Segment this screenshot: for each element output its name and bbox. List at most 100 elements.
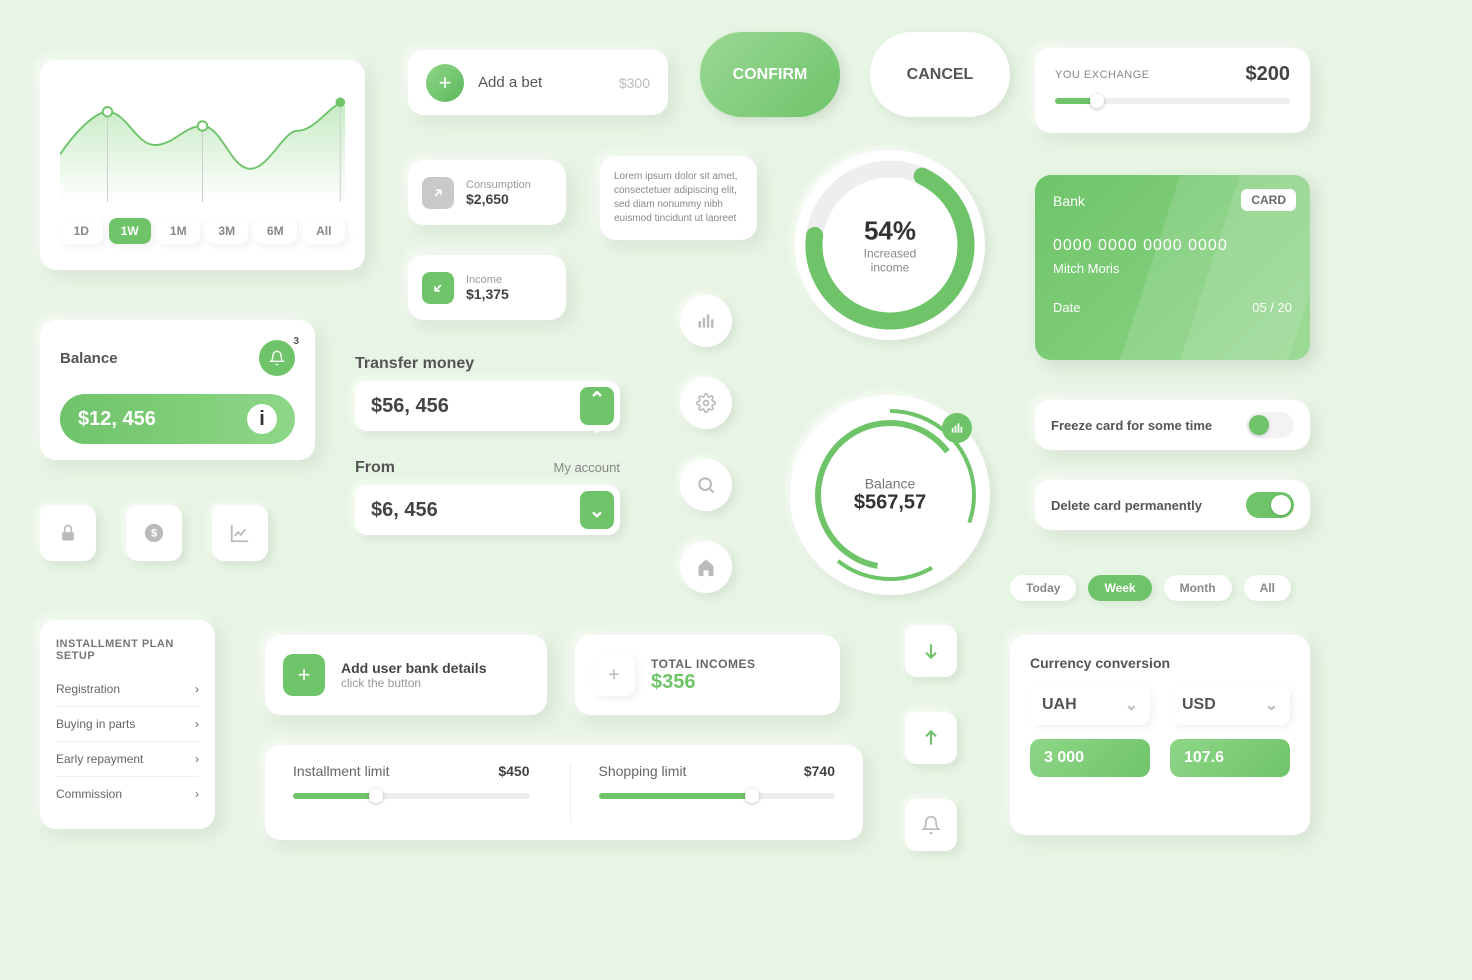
income-value: $1,375 bbox=[466, 286, 509, 302]
installment-limit-slider[interactable] bbox=[293, 793, 530, 799]
card-holder: Mitch Moris bbox=[1053, 261, 1292, 276]
exchange-value: $200 bbox=[1246, 63, 1291, 86]
add-user-sub: click the button bbox=[341, 676, 486, 690]
confirm-button[interactable]: CONFIRM bbox=[700, 32, 840, 117]
install-item-buying[interactable]: Buying in parts› bbox=[56, 707, 199, 742]
add-bet-label: Add a bet bbox=[478, 74, 542, 91]
time-range-pills: Today Week Month All bbox=[1010, 575, 1291, 601]
stepper-down-icon[interactable]: ⌃ bbox=[580, 412, 614, 437]
credit-card[interactable]: Bank CARD 0000 0000 0000 0000 Mitch Mori… bbox=[1035, 175, 1310, 360]
freeze-card-toggle[interactable] bbox=[1246, 412, 1294, 438]
card-date: 05 / 20 bbox=[1252, 300, 1292, 315]
cancel-button[interactable]: CANCEL bbox=[870, 32, 1010, 117]
exchange-card: YOU EXCHANGE $200 bbox=[1035, 48, 1310, 133]
arrow-up-right-icon bbox=[422, 177, 454, 209]
installment-limit-value: $450 bbox=[498, 763, 529, 779]
shopping-limit-label: Shopping limit bbox=[599, 763, 687, 779]
card-date-label: Date bbox=[1053, 300, 1080, 315]
arrow-down-icon[interactable] bbox=[905, 625, 957, 677]
install-item-commission[interactable]: Commission› bbox=[56, 777, 199, 811]
utility-buttons: $ bbox=[40, 505, 268, 561]
donut-pct: 54% bbox=[864, 216, 917, 247]
chevron-right-icon: › bbox=[195, 682, 199, 696]
action-buttons-column bbox=[905, 625, 957, 851]
exchange-title: YOU EXCHANGE bbox=[1055, 69, 1150, 81]
pill-week[interactable]: Week bbox=[1088, 575, 1151, 601]
arrow-up-icon[interactable] bbox=[905, 712, 957, 764]
delete-card-toggle[interactable] bbox=[1246, 492, 1294, 518]
transfer-stepper[interactable]: ⌃ ⌃ bbox=[580, 387, 614, 425]
settings-icon[interactable] bbox=[680, 377, 732, 429]
info-text-card: Lorem ipsum dolor sit amet, consectetuer… bbox=[600, 156, 757, 240]
installment-plan-card: INSTALLMENT PLAN SETUP Registration› Buy… bbox=[40, 620, 215, 829]
range-tab-1w[interactable]: 1W bbox=[109, 218, 152, 244]
bet-amount: $300 bbox=[619, 75, 650, 91]
total-incomes-value: $356 bbox=[651, 671, 756, 694]
stepper-up-icon[interactable]: ⌃ bbox=[580, 387, 614, 412]
plus-square-icon[interactable]: + bbox=[283, 654, 325, 696]
total-incomes-card[interactable]: + TOTAL INCOMES $356 bbox=[575, 635, 840, 715]
from-amount-input[interactable]: $6, 456 ⌄ bbox=[355, 485, 620, 535]
dropdown-icon[interactable]: ⌄ bbox=[580, 491, 614, 529]
currency-to-select[interactable]: USD⌄ bbox=[1170, 685, 1290, 725]
search-icon[interactable] bbox=[680, 459, 732, 511]
notification-count: 3 bbox=[293, 336, 299, 347]
pill-today[interactable]: Today bbox=[1010, 575, 1076, 601]
chevron-right-icon: › bbox=[195, 752, 199, 766]
balance-bar: $12, 456 i bbox=[60, 394, 295, 444]
limits-card: Installment limit $450 Shopping limit $7… bbox=[265, 745, 863, 840]
shopping-limit-slider[interactable] bbox=[599, 793, 836, 799]
stats-icon[interactable] bbox=[680, 295, 732, 347]
lock-icon[interactable] bbox=[40, 505, 96, 561]
total-incomes-title: TOTAL INCOMES bbox=[651, 657, 756, 671]
install-item-registration[interactable]: Registration› bbox=[56, 672, 199, 707]
info-icon[interactable]: i bbox=[247, 404, 277, 434]
pill-all[interactable]: All bbox=[1244, 575, 1291, 601]
balance-donut-title: Balance bbox=[854, 476, 926, 492]
chevron-down-icon: ⌄ bbox=[1265, 695, 1278, 715]
from-sub: My account bbox=[554, 460, 620, 475]
dollar-icon[interactable]: $ bbox=[126, 505, 182, 561]
income-card: Income $1,375 bbox=[408, 255, 566, 320]
chevron-down-icon: ⌄ bbox=[1125, 695, 1138, 715]
nav-icon-column bbox=[680, 295, 732, 593]
add-user-card[interactable]: + Add user bank details click the button bbox=[265, 635, 547, 715]
range-tab-1m[interactable]: 1M bbox=[157, 218, 200, 244]
notification-bell-icon[interactable]: 3 bbox=[259, 340, 295, 376]
currency-from-select[interactable]: UAH⌄ bbox=[1030, 685, 1150, 725]
stats-mini-icon[interactable] bbox=[942, 413, 972, 443]
home-icon[interactable] bbox=[680, 541, 732, 593]
range-tab-6m[interactable]: 6M bbox=[254, 218, 297, 244]
balance-donut: Balance $567,57 bbox=[790, 395, 990, 595]
consumption-value: $2,650 bbox=[466, 191, 531, 207]
currency-conversion-card: Currency conversion UAH⌄ USD⌄ 3 000 107.… bbox=[1010, 635, 1310, 835]
balance-card: Balance 3 $12, 456 i bbox=[40, 320, 315, 460]
range-tab-1d[interactable]: 1D bbox=[60, 218, 103, 244]
transfer-amount-input[interactable]: $56, 456 ⌃ ⌃ bbox=[355, 381, 620, 431]
install-item-early[interactable]: Early repayment› bbox=[56, 742, 199, 777]
transfer-label: Transfer money bbox=[355, 355, 620, 373]
increased-income-donut: 54% Increased income bbox=[795, 150, 985, 340]
currency-from-value[interactable]: 3 000 bbox=[1030, 739, 1150, 777]
balance-title: Balance bbox=[60, 350, 118, 367]
bell-icon[interactable] bbox=[905, 799, 957, 851]
balance-value: $12, 456 bbox=[78, 408, 156, 431]
currency-title: Currency conversion bbox=[1030, 655, 1290, 671]
consumption-label: Consumption bbox=[466, 179, 531, 191]
from-label: From bbox=[355, 459, 395, 477]
consumption-card: Consumption $2,650 bbox=[408, 160, 566, 225]
pill-month[interactable]: Month bbox=[1164, 575, 1232, 601]
currency-to-value: 107.6 bbox=[1170, 739, 1290, 777]
plus-outline-icon[interactable]: + bbox=[593, 654, 635, 696]
balance-donut-value: $567,57 bbox=[854, 492, 926, 515]
exchange-slider[interactable] bbox=[1055, 98, 1290, 104]
chart-line-icon[interactable] bbox=[212, 505, 268, 561]
delete-card-label: Delete card permanently bbox=[1051, 498, 1202, 513]
plus-icon[interactable]: + bbox=[426, 64, 464, 102]
chart-area bbox=[60, 80, 345, 210]
range-tab-all[interactable]: All bbox=[303, 218, 346, 244]
freeze-card-label: Freeze card for some time bbox=[1051, 418, 1212, 433]
range-tab-3m[interactable]: 3M bbox=[206, 218, 249, 244]
from-amount-value: $6, 456 bbox=[371, 499, 438, 522]
add-bet-card[interactable]: + Add a bet $300 bbox=[408, 50, 668, 115]
